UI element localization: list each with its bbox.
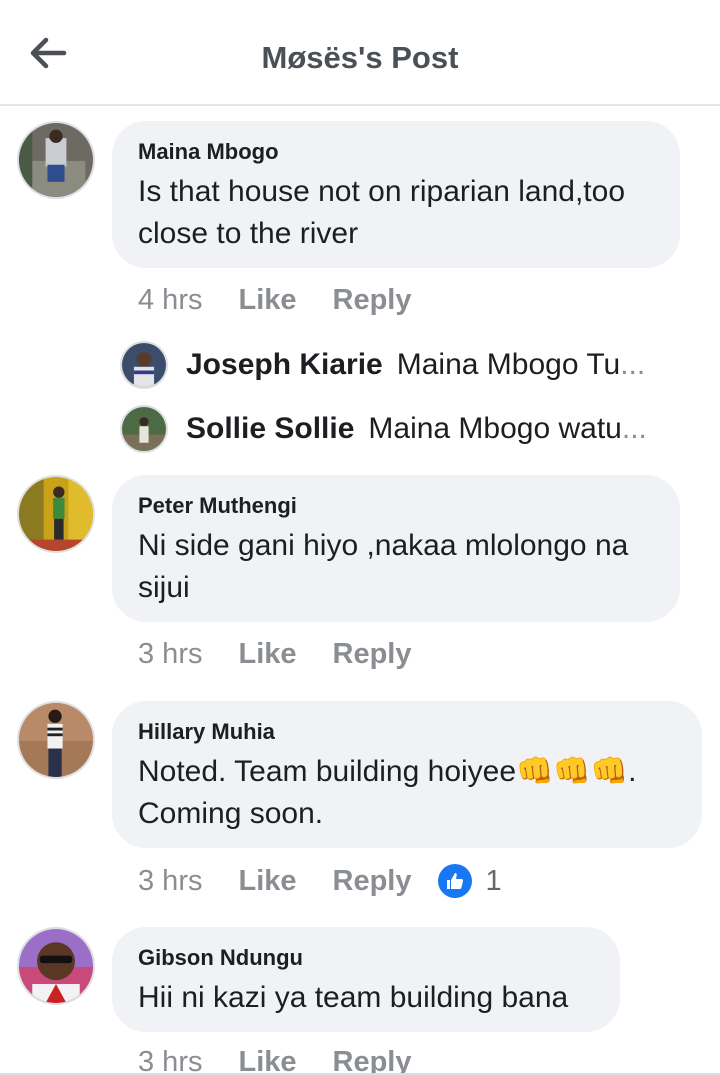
comment-text: Noted. Team building hoiyee👊👊👊. Coming s…: [138, 755, 637, 830]
comment-bubble: Gibson Ndungu Hii ni kazi ya team buildi…: [112, 927, 620, 1032]
comment-actions: 3 hrs Like Reply: [138, 1046, 448, 1075]
comment-text: Is that house not on riparian land,too c…: [138, 175, 626, 250]
comment-time[interactable]: 3 hrs: [138, 865, 202, 898]
comment-time[interactable]: 3 hrs: [138, 1046, 202, 1075]
reply-button[interactable]: Reply: [333, 284, 412, 317]
avatar[interactable]: [17, 475, 95, 553]
comment-bubble: Maina Mbogo Is that house not on riparia…: [112, 121, 680, 268]
comment-actions: 3 hrs Like Reply: [138, 638, 448, 671]
like-button[interactable]: Like: [238, 284, 296, 317]
reply-preview-text: Maina Mbogo watu: [368, 412, 622, 445]
post-header: Møsës's Post: [0, 0, 720, 106]
thumbs-up-icon[interactable]: [437, 864, 472, 898]
like-button[interactable]: Like: [238, 638, 296, 671]
reply-button[interactable]: Reply: [333, 865, 412, 898]
avatar: [120, 341, 168, 389]
like-button[interactable]: Like: [238, 865, 296, 898]
reply-button[interactable]: Reply: [333, 638, 412, 671]
avatar[interactable]: [17, 121, 95, 199]
reaction-count[interactable]: 1: [486, 865, 502, 898]
page-title: Møsës's Post: [261, 40, 459, 75]
comment-actions: 4 hrs Like Reply: [138, 284, 448, 317]
avatar: [120, 405, 168, 453]
comment-time[interactable]: 3 hrs: [138, 638, 202, 671]
comment-author[interactable]: Maina Mbogo: [138, 139, 654, 165]
comment-actions: 3 hrs Like Reply 1: [138, 864, 502, 898]
comment-text: Ni side gani hiyo ,nakaa mlolongo na sij…: [138, 529, 629, 604]
like-button[interactable]: Like: [238, 1046, 296, 1075]
comment-author[interactable]: Peter Muthengi: [138, 493, 654, 519]
reply-button[interactable]: Reply: [333, 1046, 412, 1075]
avatar[interactable]: [17, 701, 95, 779]
ellipsis: ...: [620, 348, 646, 381]
comment-author[interactable]: Gibson Ndungu: [138, 945, 594, 971]
comment-bubble: Hillary Muhia Noted. Team building hoiye…: [112, 701, 702, 848]
reply-preview[interactable]: Sollie Sollie Maina Mbogo watu...: [120, 404, 690, 454]
avatar[interactable]: [17, 927, 95, 1005]
comment-bubble: Peter Muthengi Ni side gani hiyo ,nakaa …: [112, 475, 680, 622]
comment-time[interactable]: 4 hrs: [138, 284, 202, 317]
reply-author[interactable]: Sollie Sollie: [186, 412, 354, 445]
reply-preview-text: Maina Mbogo Tu: [396, 348, 621, 381]
ellipsis: ...: [621, 412, 647, 445]
reply-preview[interactable]: Joseph Kiarie Maina Mbogo Tu...: [120, 340, 690, 390]
reply-author[interactable]: Joseph Kiarie: [186, 348, 383, 381]
comment-text: Hii ni kazi ya team building bana: [138, 981, 569, 1014]
comment-author[interactable]: Hillary Muhia: [138, 719, 676, 745]
